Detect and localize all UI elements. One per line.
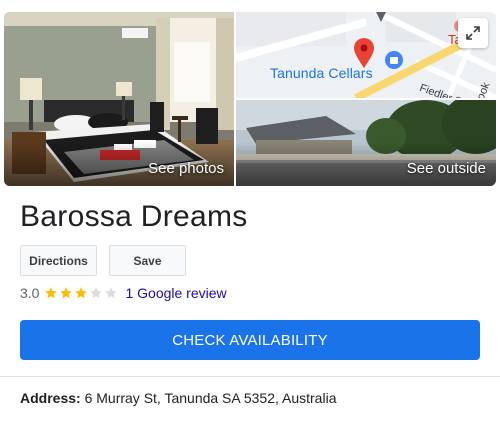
star-icon <box>60 287 73 299</box>
see-outside-label: See outside <box>406 160 486 177</box>
map-image <box>236 12 496 98</box>
check-availability-button[interactable]: CHECK AVAILABILITY <box>20 320 480 360</box>
see-photos-label: See photos <box>148 160 224 177</box>
map-place-label: Tanunda Cellars <box>270 65 373 81</box>
address-value: 6 Murray St, Tanunda SA 5352, Australia <box>80 390 337 406</box>
reviews-link[interactable]: 1 Google review <box>125 285 226 301</box>
directions-button[interactable]: Directions <box>20 245 97 276</box>
star-icon <box>75 287 88 299</box>
address-row: Address: 6 Murray St, Tanunda SA 5352, A… <box>20 390 336 406</box>
divider <box>0 376 500 377</box>
rating-row: 3.0 1 Google review <box>20 285 227 301</box>
star-icon <box>105 287 118 299</box>
save-button[interactable]: Save <box>109 245 186 276</box>
map-thumbnail[interactable]: Tanunda Cellars Fiedler St Kook St Ta <box>236 12 496 98</box>
star-rating <box>44 286 119 300</box>
place-title: Barossa Dreams <box>20 200 248 233</box>
main-photo[interactable]: See photos <box>4 12 234 186</box>
rating-value: 3.0 <box>20 285 40 301</box>
media-gallery: See photos Tanunda Cellars Fiedler St Ko… <box>4 12 496 186</box>
outside-photo[interactable]: See outside <box>236 100 496 186</box>
action-buttons: Directions Save <box>20 245 186 276</box>
expand-icon <box>466 26 480 40</box>
address-label: Address: <box>20 390 81 406</box>
expand-map-button[interactable] <box>458 18 488 48</box>
star-icon <box>90 287 103 299</box>
star-icon <box>45 287 58 299</box>
